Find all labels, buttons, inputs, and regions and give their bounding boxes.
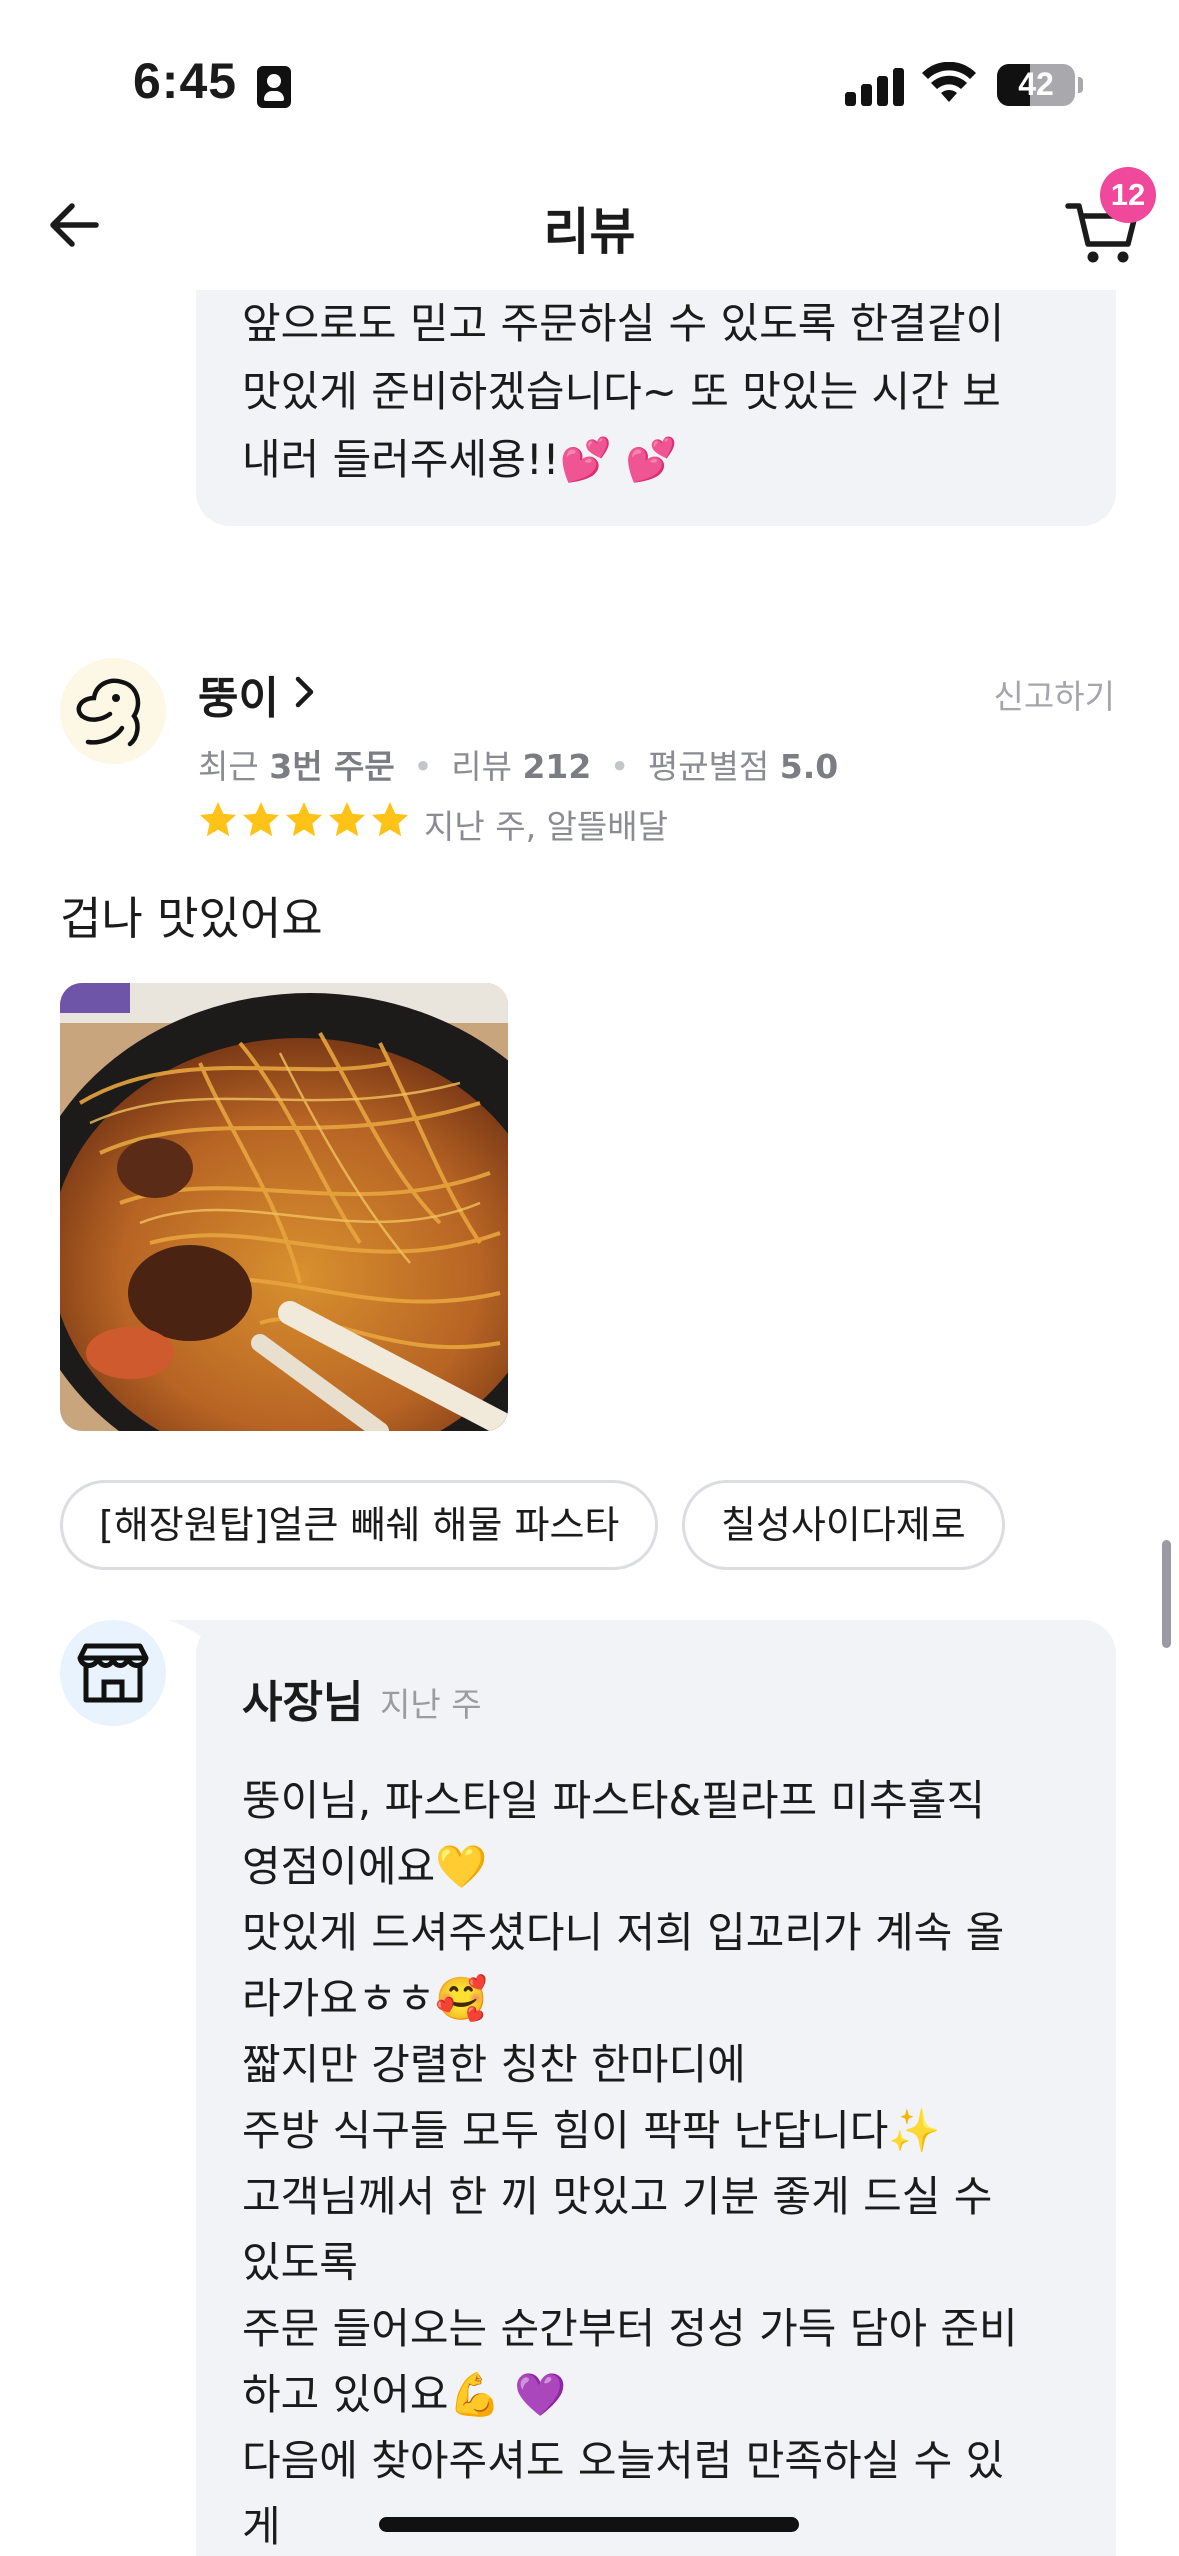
reviewer-name[interactable]: 뚱이 (198, 662, 279, 726)
reply-line: 하고 있어요💪 💜 (242, 2370, 567, 2419)
order-count: 3번 주문 (269, 747, 395, 786)
home-indicator[interactable] (379, 2517, 799, 2532)
star-icon (200, 802, 236, 837)
owner-name: 사장님 (242, 1677, 364, 1728)
reviewer-avatar[interactable] (60, 658, 166, 764)
review-count-label: 리뷰 (451, 747, 512, 786)
previous-owner-reply: 앞으로도 믿고 주문하실 수 있도록 한결같이 맛있게 준비하겠습니다~ 또 맛… (196, 290, 1116, 526)
owner-reply-text: 뚱이님, 파스타일 파스타&필라프 미추홀직 영점이에요💛 맛있게 드셔주셨다니… (242, 1768, 1076, 2556)
menu-chip-pasta[interactable]: [해장원탑]얼큰 빼쉐 해물 파스타 (60, 1480, 659, 1570)
store-icon (77, 1643, 149, 1703)
recent-label: 최근 (198, 747, 259, 786)
store-avatar (60, 1620, 166, 1726)
battery-icon: 42 (997, 64, 1075, 106)
separator-dot: • (413, 747, 433, 786)
star-icon (329, 802, 365, 837)
page-title: 리뷰 (543, 203, 636, 261)
pasta-photo-image (60, 983, 508, 1431)
avg-rating: 5.0 (779, 747, 839, 786)
reply-line: 주방 식구들 모두 힘이 팍팍 난답니다✨ (242, 2106, 941, 2155)
star-rating (198, 800, 410, 840)
owner-reply-date: 지난 주 (380, 1685, 482, 1724)
star-icon (286, 802, 322, 837)
battery-cap (1078, 77, 1083, 93)
star-icon (372, 802, 408, 837)
reply-line: 짧지만 강렬한 칭찬 한마디에 (242, 2040, 746, 2089)
reply-line: 있도록 (242, 2238, 358, 2287)
chevron-right-icon[interactable] (294, 675, 316, 709)
reply-line: 다음에 찾아주셔도 오늘처럼 만족하실 수 있 (242, 2436, 1005, 2485)
reviewer-stats: 최근 3번 주문 • 리뷰 212 • 평균별점 5.0 (198, 740, 838, 788)
reply-line: 주문 들어오는 순간부터 정성 가득 담아 준비 (242, 2304, 1018, 2353)
wifi-icon (922, 62, 976, 102)
star-icon (243, 802, 279, 837)
review-photo[interactable] (60, 983, 508, 1431)
review-count: 212 (522, 747, 592, 786)
battery-level: 42 (1018, 66, 1054, 102)
report-button[interactable]: 신고하기 (994, 670, 1115, 718)
reply-line: 영점이에요💛 (242, 1842, 488, 1891)
reply-line: 고객님께서 한 끼 맛있고 기분 좋게 드실 수 (242, 2172, 993, 2221)
previous-reply-text: 앞으로도 믿고 주문하실 수 있도록 한결같이 맛있게 준비하겠습니다~ 또 맛… (242, 299, 1005, 484)
cellular-signal-icon (845, 66, 905, 106)
cart-count-badge: 12 (1100, 167, 1156, 223)
reply-line: 라가요ㅎㅎ🥰 (242, 1974, 488, 2023)
menu-chip-soda[interactable]: 칠성사이다제로 (682, 1480, 1005, 1570)
scrollbar[interactable] (1162, 1540, 1171, 1648)
separator-dot: • (609, 747, 630, 786)
status-time: 6:45 (133, 53, 238, 109)
review-text: 겁나 맛있어요 (60, 892, 323, 945)
review-list[interactable]: 앞으로도 믿고 주문하실 수 있도록 한결같이 맛있게 준비하겠습니다~ 또 맛… (0, 290, 1179, 2556)
duck-avatar-icon (76, 678, 141, 747)
reply-line: 뚱이님, 파스타일 파스타&필라프 미추홀직 (242, 1776, 986, 1825)
reply-line: 맛있게 드셔주셨다니 저희 입꼬리가 계속 올 (242, 1908, 1005, 1957)
contact-card-icon (257, 66, 291, 108)
avg-rating-label: 평균별점 (647, 747, 770, 786)
review-date-delivery: 지난 주, 알뜰배달 (424, 807, 668, 846)
owner-reply-bubble: 사장님 지난 주 뚱이님, 파스타일 파스타&필라프 미추홀직 영점이에요💛 맛… (196, 1620, 1116, 2556)
